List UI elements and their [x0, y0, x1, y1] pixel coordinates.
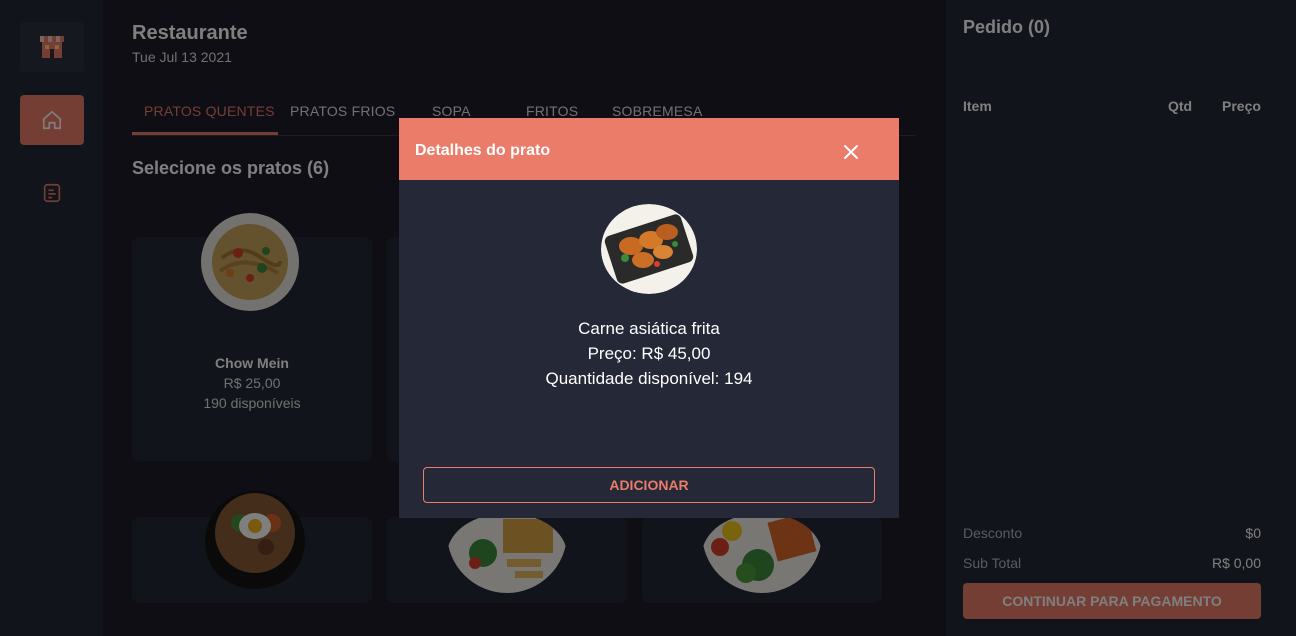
add-button[interactable]: ADICIONAR: [423, 467, 875, 503]
modal-dish-image: [601, 204, 697, 294]
dish-details-modal: Detalhes do prato Carne asiática frita P…: [399, 118, 899, 518]
modal-dish-name: Carne asiática frita: [578, 319, 720, 338]
close-icon: [844, 145, 858, 159]
modal-header: Detalhes do prato: [399, 118, 899, 180]
close-button[interactable]: [839, 140, 863, 164]
modal-dish-stock: Quantidade disponível: 194: [545, 369, 753, 388]
modal-title: Detalhes do prato: [415, 142, 551, 159]
modal-dish-price: Preço: R$ 45,00: [587, 344, 711, 363]
